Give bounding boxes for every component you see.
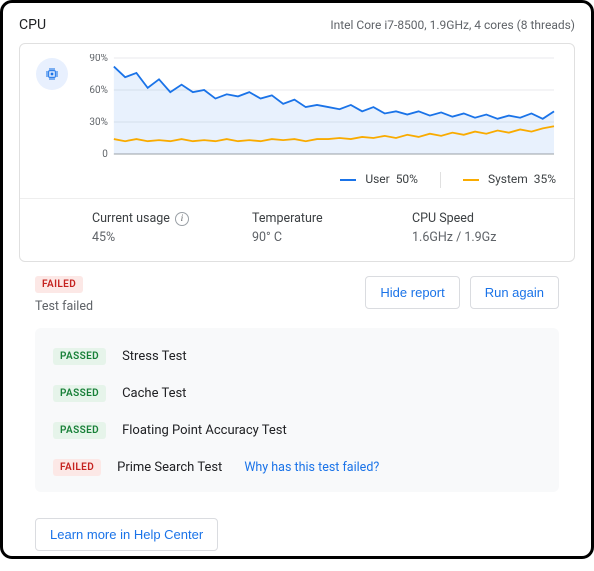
legend-user: User 50% [340,172,418,188]
learn-more-button[interactable]: Learn more in Help Center [35,518,218,551]
metrics-row: Current usage i 45% Temperature 90° C CP… [20,199,574,261]
status-badge: PASSED [53,385,106,402]
overall-status-text: Test failed [35,299,93,314]
status-badge: PASSED [53,422,106,439]
cpu-model-text: Intel Core i7-8500, 1.9GHz, 4 cores (8 t… [330,18,575,32]
metric-current-usage: Current usage i 45% [92,211,212,245]
why-failed-link[interactable]: Why has this test failed? [244,460,379,475]
run-again-button[interactable]: Run again [470,276,559,309]
status-badge: PASSED [53,348,106,365]
test-results-list: PASSED Stress Test PASSED Cache Test PASSED F… [35,328,559,492]
chart-legend: User 50% System 35% [20,164,574,199]
test-name: Floating Point Accuracy Test [122,423,287,438]
info-icon[interactable]: i [175,212,189,226]
test-name: Prime Search Test [117,460,222,475]
metric-temperature: Temperature 90° C [252,211,372,245]
cpu-icon [36,58,68,90]
legend-system: System 35% [463,172,556,188]
test-name: Cache Test [122,386,186,401]
test-result-row: FAILED Prime Search Test Why has this test… [49,449,545,486]
overall-status-badge: FAILED [35,276,83,293]
status-badge: FAILED [53,459,101,476]
svg-text:0: 0 [102,149,108,160]
svg-text:60%: 60% [89,85,107,96]
panel-header: CPU Intel Core i7-8500, 1.9GHz, 4 cores … [19,17,575,33]
hide-report-button[interactable]: Hide report [365,276,459,309]
svg-text:90%: 90% [89,54,107,64]
panel-title: CPU [19,17,46,33]
test-result-row: PASSED Stress Test [49,338,545,375]
metrics-card: 90% 60% 30% 0 User 50% System 35% Current u… [19,43,575,262]
test-result-row: PASSED Floating Point Accuracy Test [49,412,545,449]
metric-cpu-speed: CPU Speed 1.6GHz / 1.9Gz [412,211,532,245]
test-name: Stress Test [122,349,187,364]
usage-chart: 90% 60% 30% 0 [80,54,558,164]
test-section: FAILED Test failed Hide report Run again… [19,262,575,504]
test-result-row: PASSED Cache Test [49,375,545,412]
svg-text:30%: 30% [89,117,107,128]
